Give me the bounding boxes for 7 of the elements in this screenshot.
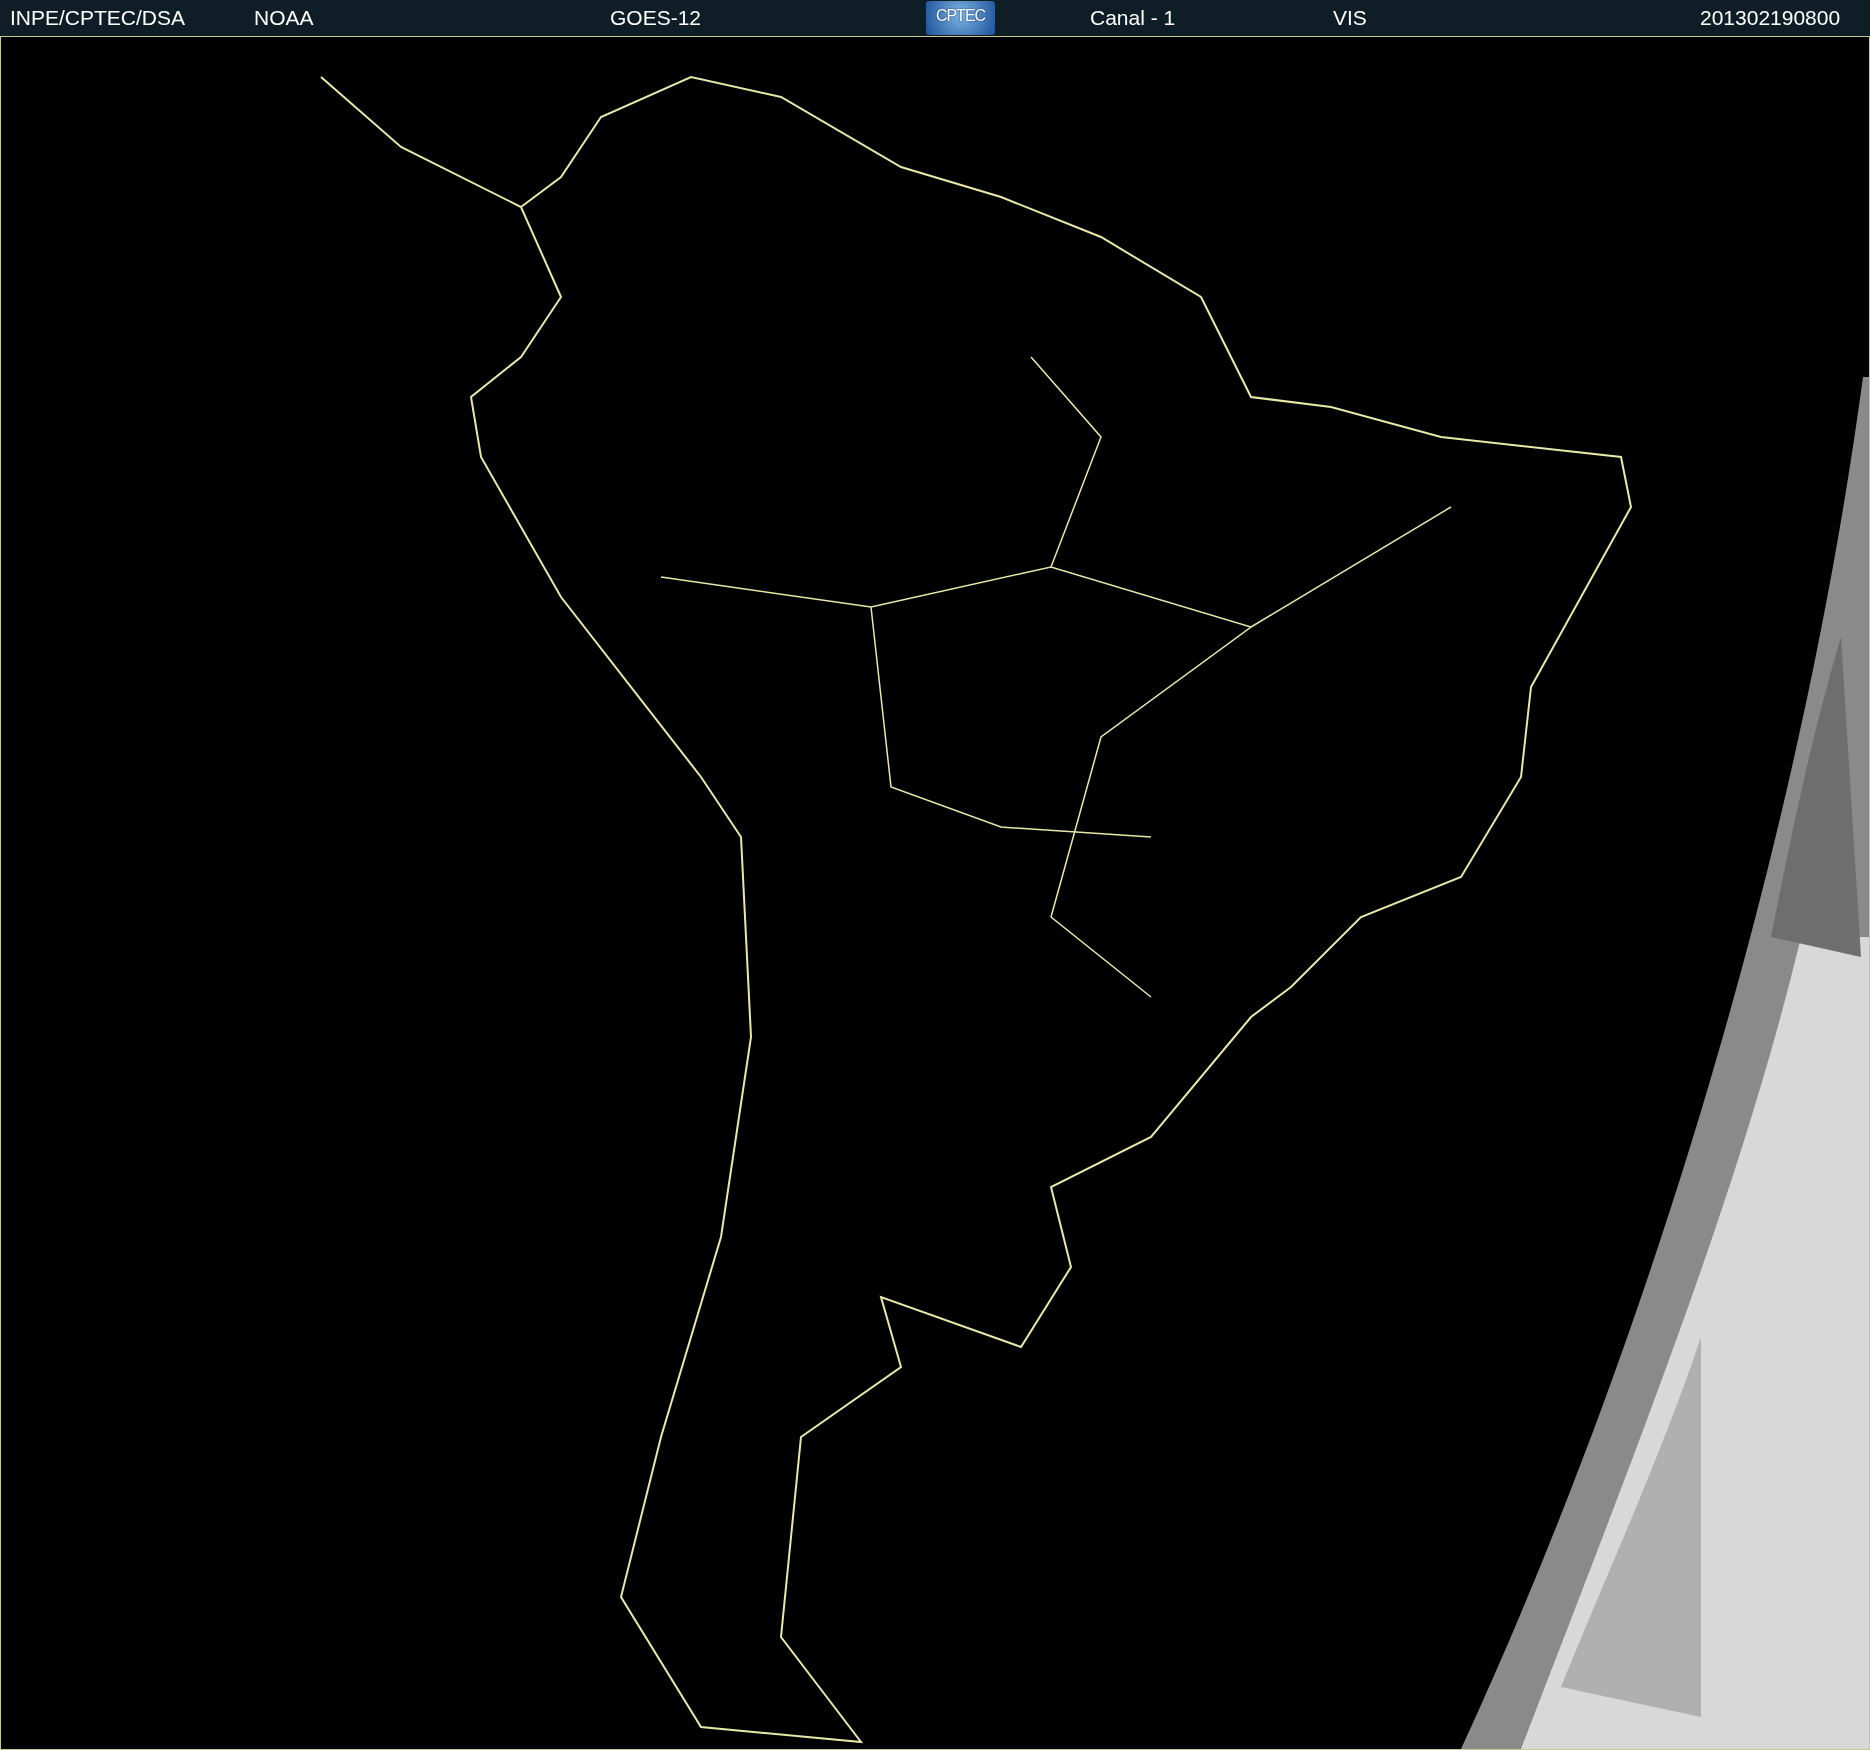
header-label: NOAA	[254, 6, 315, 30]
header-label: GOES-12	[610, 6, 703, 30]
logo: CPTEC	[926, 1, 995, 35]
header-label: Canal - 1	[1090, 6, 1177, 30]
header-label: 201302190800	[1700, 6, 1842, 30]
header-label: VIS	[1333, 6, 1368, 30]
header-label: INPE/CPTEC/DSA	[10, 6, 187, 30]
